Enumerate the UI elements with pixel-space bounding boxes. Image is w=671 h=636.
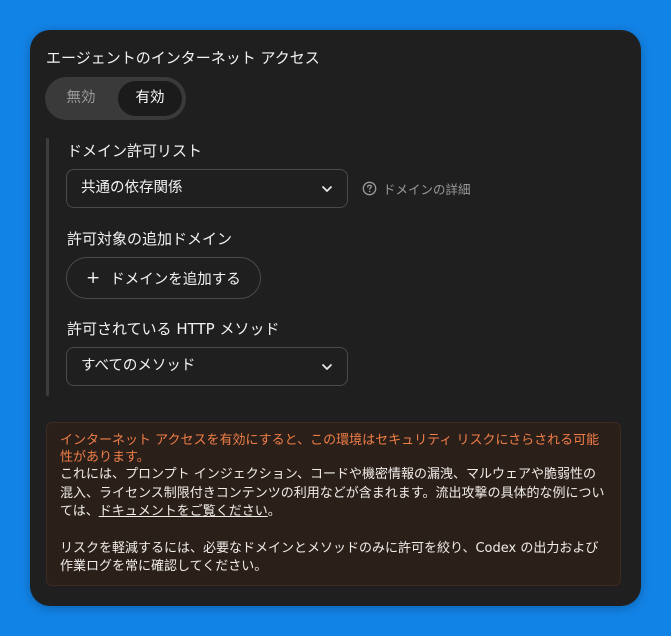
section-indent-bar [46, 138, 49, 396]
domain-allowlist-select[interactable]: 共通の依存関係 [66, 169, 348, 208]
http-methods-value: すべてのメソッド [81, 358, 196, 374]
add-domain-button[interactable]: + ドメインを追加する [66, 257, 261, 299]
question-circle-icon [362, 181, 377, 196]
security-warning-box: インターネット アクセスを有効にすると、この環境はセキュリティ リスクにさらされ… [46, 422, 621, 586]
toggle-option-on[interactable]: 有効 [118, 81, 182, 116]
toggle-option-off[interactable]: 無効 [49, 81, 113, 116]
plus-icon: + [86, 267, 101, 288]
documentation-link[interactable]: ドキュメントをご覧ください [99, 504, 268, 519]
warning-body: これには、プロンプト インジェクション、コードや機密情報の漏洩、マルウェアや脆弱… [60, 466, 607, 522]
internet-access-title: エージェントのインターネット アクセス [46, 49, 320, 67]
warning-mitigation-text: リスクを軽減するには、必要なドメインとメソッドのみに許可を絞り、Codex の出… [60, 540, 599, 575]
domain-details-link[interactable]: ドメインの詳細 [362, 179, 471, 198]
internet-access-toggle[interactable]: 無効 有効 [45, 77, 186, 120]
settings-panel: エージェントのインターネット アクセス 無効 有効 ドメイン許可リスト 共通の依… [30, 30, 641, 606]
domain-allowlist-label: ドメイン許可リスト [67, 142, 203, 160]
chevron-down-icon [322, 186, 332, 192]
warning-title: インターネット アクセスを有効にすると、この環境はセキュリティ リスクにさらされ… [60, 433, 600, 465]
warning-body-end: 。 [267, 504, 281, 519]
chevron-down-icon [322, 364, 332, 370]
http-methods-select[interactable]: すべてのメソッド [66, 347, 348, 386]
domain-details-link-text: ドメインの詳細 [383, 182, 471, 197]
http-methods-label: 許可されている HTTP メソッド [67, 320, 280, 338]
add-domain-button-label: ドメインを追加する [110, 271, 241, 288]
domain-allowlist-value: 共通の依存関係 [81, 180, 183, 196]
additional-domains-label: 許可対象の追加ドメイン [67, 230, 233, 248]
